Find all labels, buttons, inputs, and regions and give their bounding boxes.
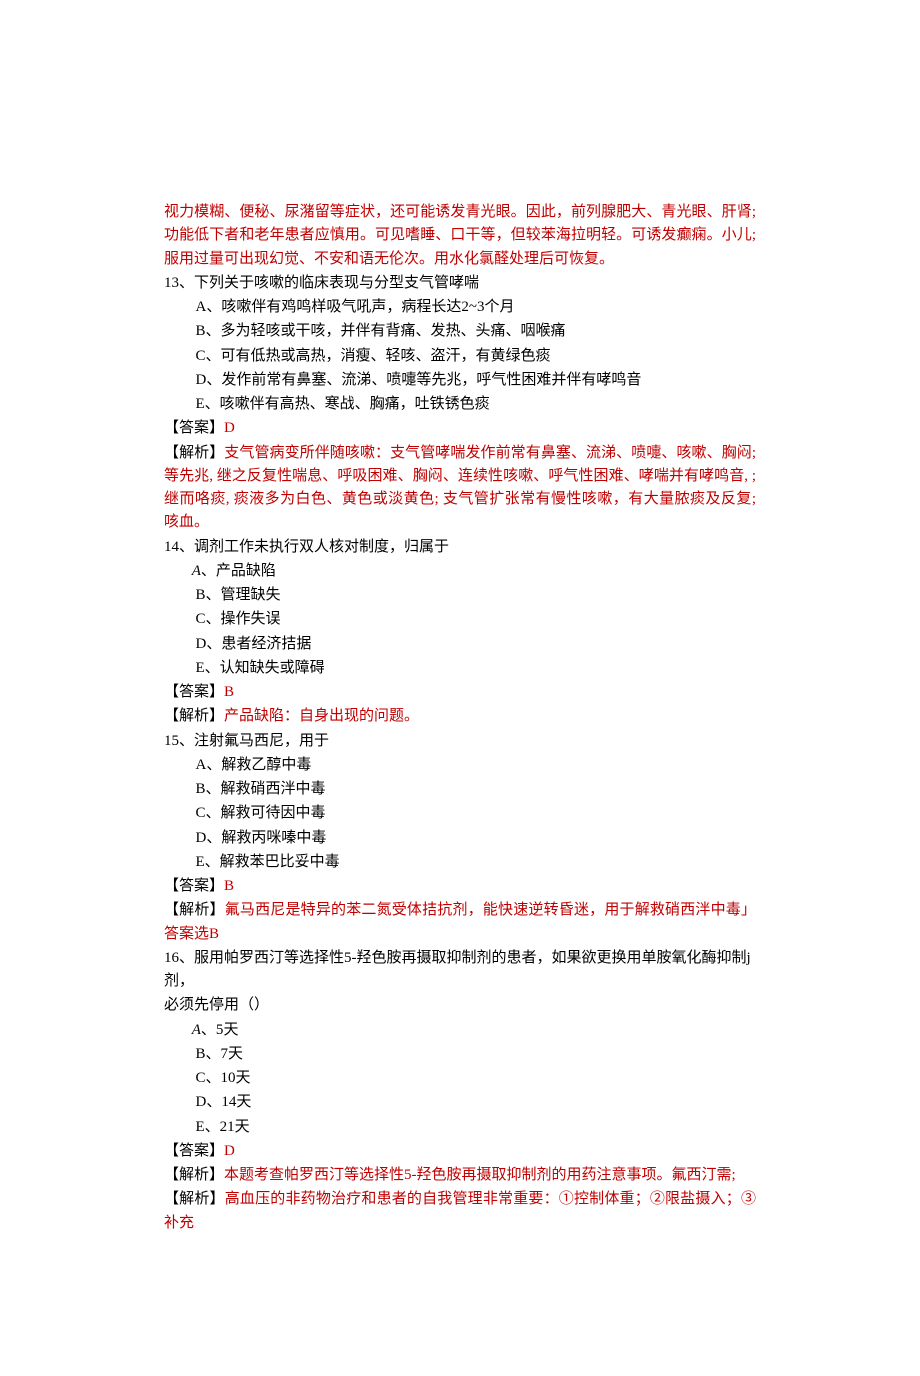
q15-options: A、解救乙醇中毒 B、解救硝西泮中毒 C、解救可待因中毒 D、解救丙咪嗪中毒 E… xyxy=(164,754,756,874)
q13-option-d: D、发作前常有鼻塞、流涕、喷嚏等先兆，呼气性困难并伴有哮鸣音 xyxy=(164,369,756,392)
explanation-text: 本题考查帕罗西汀等选择性5-羟色胺再摄取抑制剂的用药注意事项。氟西汀需; xyxy=(224,1167,736,1183)
q13-options: A、咳嗽伴有鸡鸣样吸气吼声，病程长达2~3个月 B、多为轻咳或干咳，并伴有背痛、… xyxy=(164,296,756,416)
q13-explanation: 【解析】支气管病变所伴随咳嗽：支气管哮喘发作前常有鼻塞、流涕、喷嚏、咳嗽、胸闷;… xyxy=(164,442,756,535)
answer-label: 【答案】 xyxy=(164,1143,224,1159)
explanation-text: 产品缺陷：自身出现的问题。 xyxy=(224,708,419,724)
answer-value: D xyxy=(224,1143,235,1159)
q15-stem: 15、注射氟马西尼，用于 xyxy=(164,730,756,753)
answer-value: B xyxy=(224,878,234,894)
answer-label: 【答案】 xyxy=(164,420,224,436)
q16-option-a: A、5天 xyxy=(164,1019,756,1042)
q13-stem: 13、下列关于咳嗽的临床表现与分型支气管哮喘 xyxy=(164,272,756,295)
q16-explanation-2: 【解析】高血压的非药物治疗和患者的自我管理非常重要：①控制体重；②限盐摄入；③补… xyxy=(164,1188,756,1235)
q14-option-a: AA、产品缺陷、产品缺陷 xyxy=(164,560,756,583)
q13-option-c: C、可有低热或高热，消瘦、轻咳、盗汗，有黄绿色痰 xyxy=(164,345,756,368)
explanation-label: 【解析】 xyxy=(164,902,225,918)
q16-option-c: C、10天 xyxy=(164,1067,756,1090)
explanation-label: 【解析】 xyxy=(164,1191,225,1207)
answer-label: 【答案】 xyxy=(164,878,224,894)
q15-answer: 【答案】B xyxy=(164,875,756,898)
explanation-label: 【解析】 xyxy=(164,1167,224,1183)
q15-option-b: B、解救硝西泮中毒 xyxy=(164,778,756,801)
q14-option-c: C、操作失误 xyxy=(164,608,756,631)
q14-stem: 14、调剂工作未执行双人核对制度，归属于 xyxy=(164,536,756,559)
q14-option-b: B、管理缺失 xyxy=(164,584,756,607)
explanation-text: 高血压的非药物治疗和患者的自我管理非常重要：①控制体重；②限盐摄入；③补充 xyxy=(164,1191,756,1230)
q15-option-d: D、解救丙咪嗪中毒 xyxy=(164,827,756,850)
explanation-text: 氟马西尼是特异的苯二氮受体拮抗剂，能快速逆转昏迷，用于解救硝西泮中毒」答案选B xyxy=(164,902,756,941)
explanation-text: 支气管病变所伴随咳嗽：支气管哮喘发作前常有鼻塞、流涕、喷嚏、咳嗽、胸闷;等先兆,… xyxy=(164,445,756,531)
explanation-label: 【解析】 xyxy=(164,445,224,461)
q14-option-e: E、认知缺失或障碍 xyxy=(164,657,756,680)
q15-option-e: E、解救苯巴比妥中毒 xyxy=(164,851,756,874)
document-page: 视力模糊、便秘、尿潴留等症状，还可能诱发青光眼。因此，前列腺肥大、青光眼、肝肾;… xyxy=(0,0,920,1376)
q16-option-e: E、21天 xyxy=(164,1116,756,1139)
q13-option-b: B、多为轻咳或干咳，并伴有背痛、发热、头痛、咽喉痛 xyxy=(164,320,756,343)
q14-options: AA、产品缺陷、产品缺陷 B、管理缺失 C、操作失误 D、患者经济拮据 E、认知… xyxy=(164,560,756,680)
q16-stem-line2: 必须先停用（） xyxy=(164,994,756,1017)
q15-option-c: C、解救可待因中毒 xyxy=(164,802,756,825)
q15-explanation: 【解析】氟马西尼是特异的苯二氮受体拮抗剂，能快速逆转昏迷，用于解救硝西泮中毒」答… xyxy=(164,899,756,946)
q13-option-a: A、咳嗽伴有鸡鸣样吸气吼声，病程长达2~3个月 xyxy=(164,296,756,319)
q16-options: A、5天 B、7天 C、10天 D、14天 E、21天 xyxy=(164,1019,756,1139)
q16-option-d: D、14天 xyxy=(164,1091,756,1114)
q14-explanation: 【解析】产品缺陷：自身出现的问题。 xyxy=(164,705,756,728)
explanation-label: 【解析】 xyxy=(164,708,224,724)
q16-stem-line1: 16、服用帕罗西汀等选择性5-羟色胺再摄取抑制剂的患者，如果欲更换用单胺氧化酶抑… xyxy=(164,947,756,994)
q13-option-e: E、咳嗽伴有高热、寒战、胸痛，吐铁锈色痰 xyxy=(164,393,756,416)
intro-explanation: 视力模糊、便秘、尿潴留等症状，还可能诱发青光眼。因此，前列腺肥大、青光眼、肝肾;… xyxy=(164,201,756,271)
q15-option-a: A、解救乙醇中毒 xyxy=(164,754,756,777)
answer-value: B xyxy=(224,684,234,700)
q16-answer: 【答案】D xyxy=(164,1140,756,1163)
q14-option-d: D、患者经济拮据 xyxy=(164,633,756,656)
q16-option-b: B、7天 xyxy=(164,1043,756,1066)
answer-value: D xyxy=(224,420,235,436)
q14-answer: 【答案】B xyxy=(164,681,756,704)
q16-explanation-1: 【解析】本题考查帕罗西汀等选择性5-羟色胺再摄取抑制剂的用药注意事项。氟西汀需; xyxy=(164,1164,756,1187)
answer-label: 【答案】 xyxy=(164,684,224,700)
q13-answer: 【答案】D xyxy=(164,417,756,440)
